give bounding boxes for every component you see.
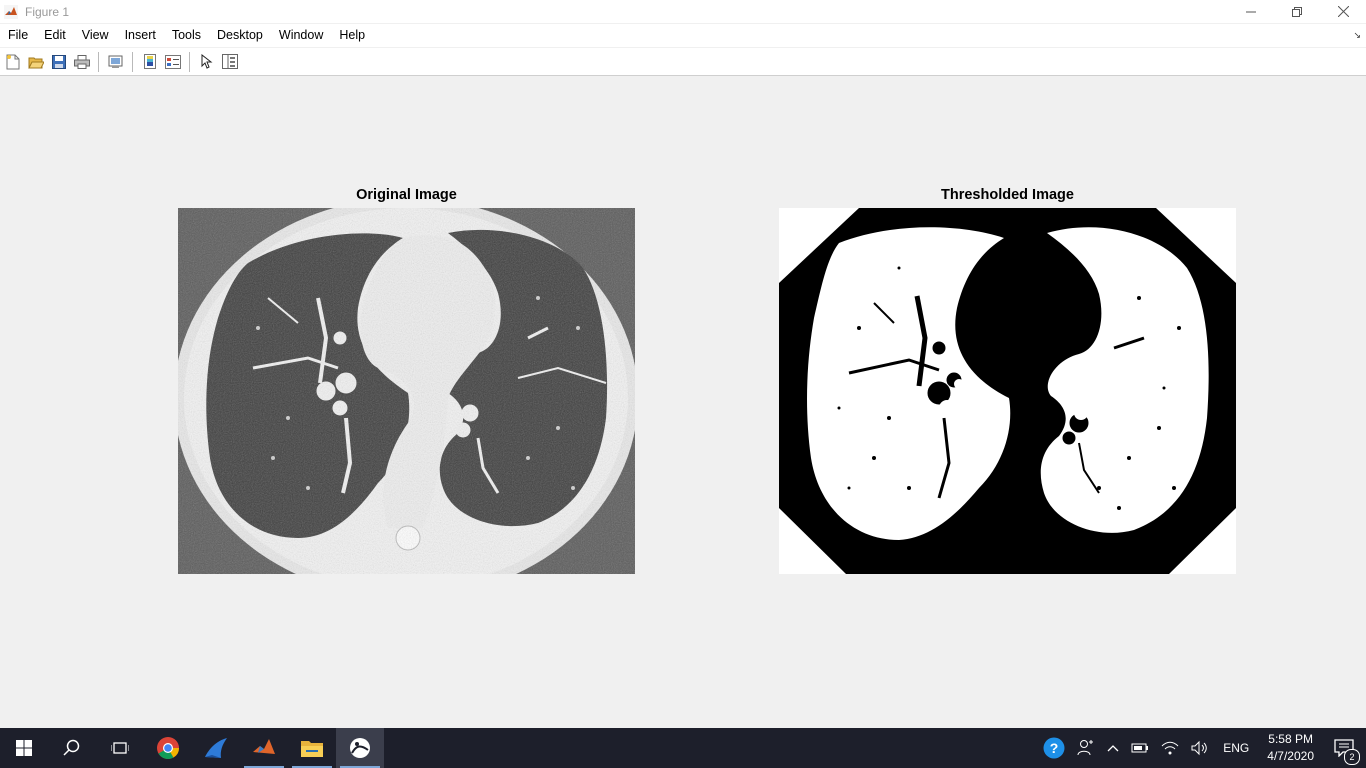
minimize-icon: [1246, 11, 1256, 12]
save-icon: [52, 54, 66, 69]
file-explorer-icon: [301, 741, 323, 757]
chevron-up-icon: [1107, 745, 1119, 752]
original-image: [178, 208, 635, 574]
save-button[interactable]: [48, 51, 70, 73]
menu-view[interactable]: View: [74, 24, 117, 47]
menu-bar: File Edit View Insert Tools Desktop Wind…: [0, 24, 1366, 47]
clock[interactable]: 5:58 PM 4/7/2020: [1257, 731, 1324, 765]
shark-app-button[interactable]: [192, 728, 240, 768]
print-button[interactable]: [71, 51, 93, 73]
app-shark-icon: [205, 738, 227, 758]
battery-tray-button[interactable]: [1125, 728, 1155, 768]
clock-time: 5:58 PM: [1268, 732, 1313, 746]
new-figure-button[interactable]: [2, 51, 24, 73]
axes-1-title: Original Image: [356, 187, 457, 203]
wifi-icon: [1161, 741, 1179, 755]
chrome-button[interactable]: [144, 728, 192, 768]
toolbar-separator: [189, 51, 190, 72]
volume-icon: [1191, 740, 1208, 756]
notification-badge: 2: [1344, 749, 1360, 765]
file-explorer-button[interactable]: [288, 728, 336, 768]
show-hidden-icons-button[interactable]: [1101, 728, 1125, 768]
action-center-button[interactable]: 2: [1324, 728, 1366, 768]
edit-plot-button[interactable]: [196, 51, 218, 73]
axes-2-title: Thresholded Image: [941, 187, 1074, 203]
restore-icon: [1292, 6, 1302, 17]
insert-colorbar-icon: [144, 54, 156, 69]
volume-tray-button[interactable]: [1185, 728, 1215, 768]
task-view-icon: [111, 742, 129, 754]
help-tray-button[interactable]: ?: [1037, 728, 1071, 768]
start-icon: [16, 740, 32, 756]
search-button[interactable]: [48, 728, 96, 768]
menu-window[interactable]: Window: [271, 24, 331, 47]
menu-tools[interactable]: Tools: [164, 24, 209, 47]
figure-app-icon: [350, 738, 370, 758]
new-figure-icon: [6, 54, 20, 69]
print-icon: [74, 54, 90, 69]
people-tray-button[interactable]: [1071, 728, 1101, 768]
system-tray: ? ENG 5:58 PM 4/7/2020 2: [1037, 728, 1366, 768]
link-plot-icon: [108, 55, 123, 68]
search-icon: [63, 739, 80, 756]
menu-desktop[interactable]: Desktop: [209, 24, 271, 47]
insert-colorbar-button[interactable]: [139, 51, 161, 73]
thresholded-image: [779, 208, 1236, 574]
matlab-icon: [253, 739, 275, 754]
toolbar-separator: [132, 51, 133, 72]
menu-edit[interactable]: Edit: [36, 24, 74, 47]
insert-legend-icon: [165, 54, 181, 69]
property-inspector-button[interactable]: [219, 51, 241, 73]
battery-icon: [1131, 743, 1149, 753]
dock-arrow-icon[interactable]: ↘: [1353, 30, 1361, 41]
matlab-icon: [3, 4, 19, 20]
title-bar: Figure 1: [0, 0, 1366, 23]
taskbar: ? ENG 5:58 PM 4/7/2020 2: [0, 728, 1366, 768]
people-icon: [1077, 740, 1094, 756]
open-file-icon: [28, 57, 44, 68]
figure-taskbar-button[interactable]: [336, 728, 384, 768]
chrome-icon: [157, 737, 179, 759]
restore-button[interactable]: [1274, 0, 1320, 23]
help-icon: ?: [1043, 737, 1065, 759]
window-title: Figure 1: [25, 4, 70, 19]
open-file-button[interactable]: [25, 51, 47, 73]
menu-file[interactable]: File: [0, 24, 36, 47]
network-tray-button[interactable]: [1155, 728, 1185, 768]
figure-window: Figure 1 File Edit View Insert Tools Des…: [0, 0, 1366, 728]
close-button[interactable]: [1320, 0, 1366, 23]
close-icon: [1337, 6, 1349, 17]
svg-text:?: ?: [1050, 740, 1059, 756]
insert-legend-button[interactable]: [162, 51, 184, 73]
figure-toolbar: [0, 48, 1366, 76]
toolbar-separator: [98, 51, 99, 72]
menu-help[interactable]: Help: [331, 24, 373, 47]
edit-plot-icon: [201, 54, 213, 69]
start-button[interactable]: [0, 728, 48, 768]
language-indicator[interactable]: ENG: [1215, 741, 1257, 755]
figure-canvas: Original Image Thresholded Image: [0, 76, 1366, 728]
matlab-taskbar-button[interactable]: [240, 728, 288, 768]
open-property-inspector-icon: [222, 54, 238, 69]
minimize-button[interactable]: [1228, 0, 1274, 23]
clock-date: 4/7/2020: [1267, 749, 1314, 763]
menu-insert[interactable]: Insert: [117, 24, 164, 47]
link-plot-button[interactable]: [105, 51, 127, 73]
task-view-button[interactable]: [96, 728, 144, 768]
